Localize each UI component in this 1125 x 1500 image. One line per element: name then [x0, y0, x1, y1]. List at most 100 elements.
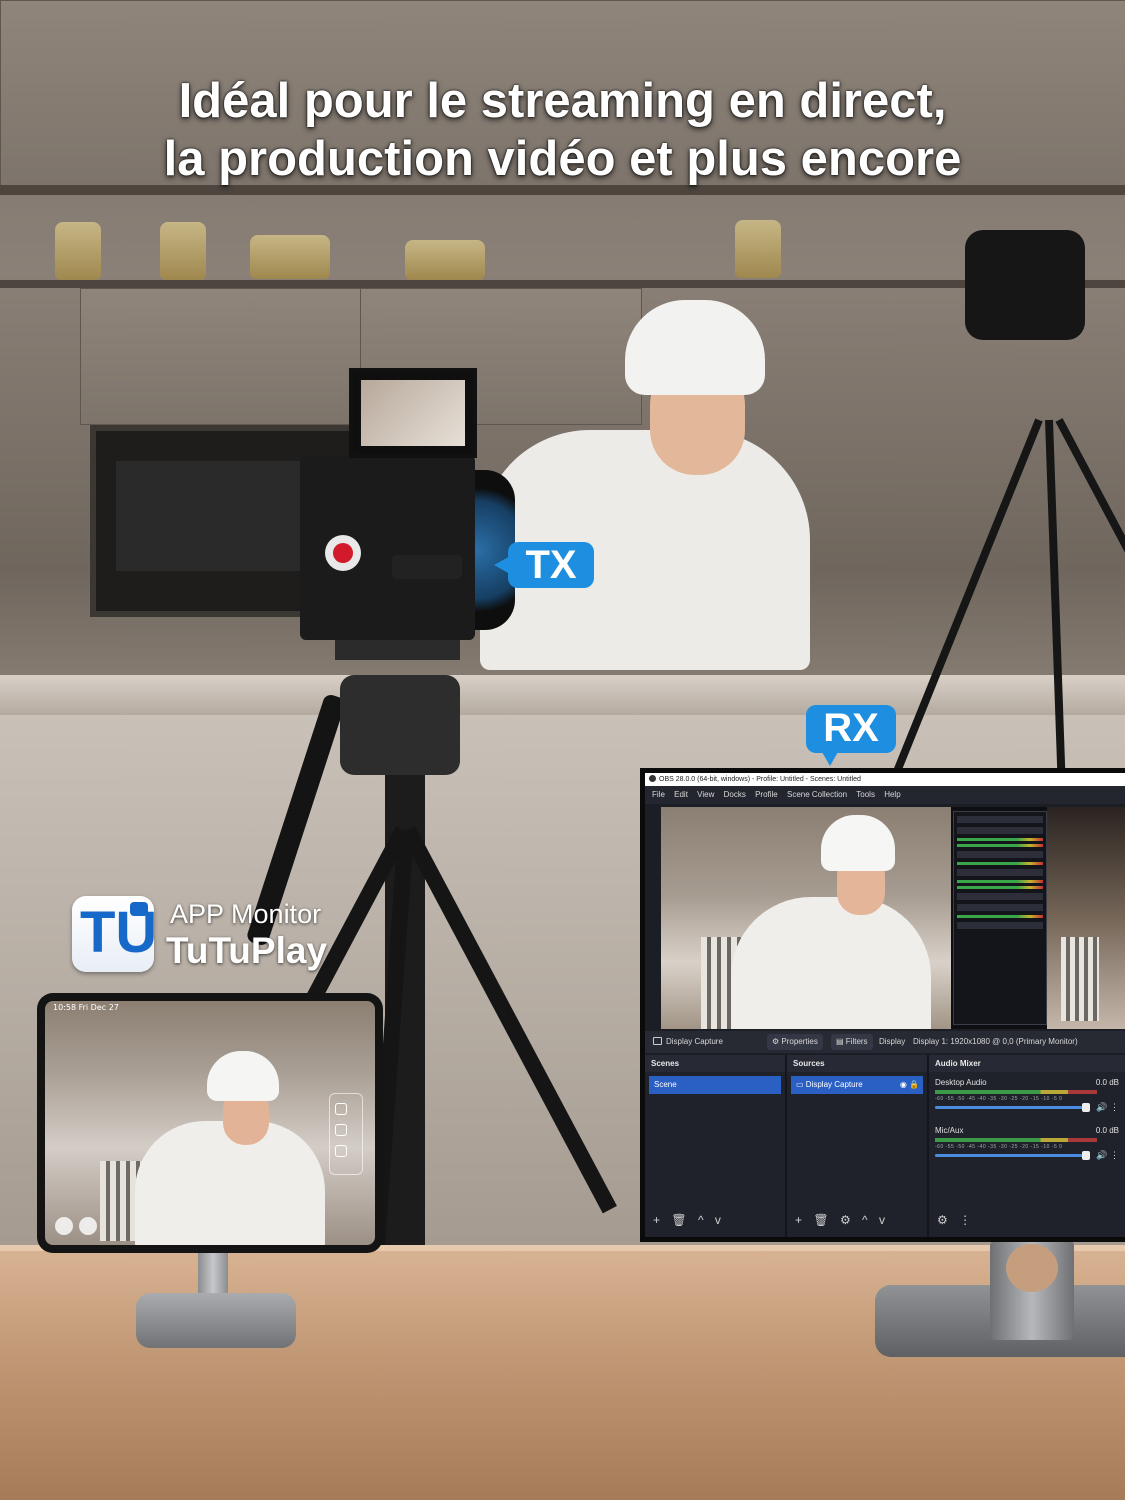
- chef-hat: [207, 1051, 279, 1101]
- volume-meter: [935, 1090, 1097, 1094]
- menu-scene-collection[interactable]: Scene Collection: [787, 790, 847, 799]
- sources-footer: + 🗑 ⚙ ^ v: [787, 1211, 927, 1229]
- jar: [160, 222, 206, 280]
- menu-profile[interactable]: Profile: [755, 790, 778, 799]
- source-toolbar: Display Capture ⚙ Properties ▤ Filters D…: [645, 1031, 1125, 1053]
- tripod-head: [340, 675, 460, 775]
- shelf: [0, 280, 1125, 288]
- tutuplay-logo-icon: TU: [72, 896, 157, 972]
- tablet-side-toolbar[interactable]: [329, 1093, 363, 1175]
- monitor: OBS 28.0.0 (64-bit, windows) - Profile: …: [640, 768, 1125, 1242]
- tablet-device: 10:58 Fri Dec 27: [37, 993, 383, 1253]
- rx-callout: RX: [806, 705, 896, 766]
- channel-name: Mic/Aux: [935, 1126, 964, 1135]
- menu-docks[interactable]: Docks: [724, 790, 746, 799]
- meter-scale: -60 -55 -50 -45 -40 -35 -30 -25 -20 -15 …: [935, 1096, 1063, 1102]
- mixer-channel-desktop-audio: Desktop Audio 0.0 dB -60 -55 -50 -45 -40…: [935, 1078, 1119, 1118]
- back-camera: [965, 230, 1085, 340]
- remove-scene-button[interactable]: 🗑: [671, 1213, 686, 1227]
- volume-meter: [935, 1138, 1097, 1142]
- mixer-channel-mic-aux: Mic/Aux 0.0 dB -60 -55 -50 -45 -40 -35 -…: [935, 1126, 1119, 1166]
- obs-logo-icon: [649, 775, 656, 782]
- mixer-menu-button[interactable]: ⋮: [959, 1213, 971, 1227]
- source-item-label: Display Capture: [805, 1080, 863, 1089]
- headline-line-1: Idéal pour le streaming en direct,: [178, 74, 947, 128]
- menu-file[interactable]: File: [652, 790, 665, 799]
- headline: Idéal pour le streaming en direct, la pr…: [0, 72, 1125, 188]
- camera-plate: [335, 640, 460, 660]
- app-name-label: TuTuPlay: [166, 930, 328, 971]
- filters-label: Filters: [845, 1037, 868, 1046]
- channel-level: 0.0 dB: [1095, 1078, 1119, 1087]
- volume-slider[interactable]: [935, 1151, 1090, 1160]
- filters-button[interactable]: ▤ Filters: [831, 1034, 873, 1050]
- properties-button[interactable]: ⚙ Properties: [767, 1034, 823, 1050]
- source-settings-button[interactable]: ⚙: [840, 1213, 851, 1227]
- mixer-footer: ⚙ ⋮: [929, 1211, 1125, 1229]
- chef-hat: [625, 300, 765, 395]
- display-capture-icon: ▭: [796, 1080, 806, 1089]
- logo-camera-icon: [130, 902, 148, 916]
- sources-dock: Sources ▭ Display Capture ◉ 🔒 + 🗑 ⚙ ^ v: [787, 1055, 929, 1237]
- mixer-settings-button[interactable]: ⚙: [937, 1213, 948, 1227]
- record-icon[interactable]: [335, 1124, 347, 1136]
- obs-preview[interactable]: [661, 807, 1125, 1029]
- scenes-footer: + 🗑 ^ v: [645, 1211, 785, 1229]
- record-button-icon: [325, 535, 361, 571]
- add-source-button[interactable]: +: [795, 1213, 802, 1227]
- settings-icon[interactable]: [79, 1217, 97, 1235]
- menu-tools[interactable]: Tools: [856, 790, 875, 799]
- preview-chef-video: [661, 807, 951, 1029]
- obs-title-bar: OBS 28.0.0 (64-bit, windows) - Profile: …: [645, 773, 1125, 786]
- audio-mixer-title: Audio Mixer: [929, 1055, 1125, 1072]
- visibility-lock-icons[interactable]: ◉ 🔒: [900, 1076, 919, 1094]
- camera-flip-screen: [349, 368, 477, 458]
- display-capture-icon: [653, 1037, 662, 1045]
- play-icon[interactable]: [55, 1217, 73, 1235]
- add-scene-button[interactable]: +: [653, 1213, 660, 1227]
- preview-right-kitchen: [1047, 807, 1125, 1029]
- channel-name: Desktop Audio: [935, 1078, 987, 1087]
- tx-callout: TX: [494, 542, 594, 588]
- jar: [250, 235, 330, 279]
- kitchen-counter: [0, 675, 1125, 715]
- sources-title: Sources: [787, 1055, 927, 1072]
- tx-transmitter-module: [392, 555, 462, 579]
- chef-body: [731, 897, 931, 1029]
- scenes-title: Scenes: [645, 1055, 785, 1072]
- source-item[interactable]: ▭ Display Capture ◉ 🔒: [791, 1076, 923, 1094]
- speaker-menu-icons[interactable]: 🔊 ⋮: [1096, 1150, 1119, 1161]
- move-down-button[interactable]: v: [715, 1213, 721, 1227]
- channel-level: 0.0 dB: [1095, 1126, 1119, 1135]
- menu-view[interactable]: View: [697, 790, 714, 799]
- obs-menu-bar: File Edit View Docks Profile Scene Colle…: [645, 786, 1125, 804]
- monitor-stand-neck: [990, 1240, 1074, 1340]
- cabinet: [80, 288, 362, 425]
- app-monitor-label: APP Monitor: [170, 899, 322, 929]
- chef-hat: [821, 815, 895, 871]
- remove-source-button[interactable]: 🗑: [813, 1213, 828, 1227]
- camera-switch-icon[interactable]: [335, 1103, 347, 1115]
- source-name: Display Capture: [666, 1037, 723, 1046]
- display-select[interactable]: Display 1: 1920x1080 @ 0,0 (Primary Moni…: [913, 1031, 1078, 1053]
- jar: [405, 240, 485, 280]
- display-label: Display: [879, 1037, 906, 1046]
- tablet-live-preview: 10:58 Fri Dec 27: [45, 1001, 375, 1245]
- move-up-button[interactable]: ^: [698, 1213, 704, 1227]
- move-down-button[interactable]: v: [879, 1213, 885, 1227]
- scenes-dock: Scenes Scene + 🗑 ^ v: [645, 1055, 787, 1237]
- obs-window: OBS 28.0.0 (64-bit, windows) - Profile: …: [645, 773, 1125, 1237]
- properties-label: Properties: [781, 1037, 818, 1046]
- volume-slider[interactable]: [935, 1103, 1090, 1112]
- window-title: OBS 28.0.0 (64-bit, windows) - Profile: …: [659, 776, 861, 783]
- menu-edit[interactable]: Edit: [674, 790, 688, 799]
- move-up-button[interactable]: ^: [862, 1213, 868, 1227]
- jar: [735, 220, 781, 278]
- audio-level-icon[interactable]: [335, 1145, 347, 1157]
- scene-item[interactable]: Scene: [649, 1076, 781, 1094]
- menu-help[interactable]: Help: [884, 790, 900, 799]
- speaker-menu-icons[interactable]: 🔊 ⋮: [1096, 1102, 1119, 1113]
- tablet-stand-base: [136, 1293, 296, 1348]
- audio-mixer-dock: Audio Mixer Desktop Audio 0.0 dB -60 -55…: [929, 1055, 1125, 1237]
- jar: [55, 222, 101, 280]
